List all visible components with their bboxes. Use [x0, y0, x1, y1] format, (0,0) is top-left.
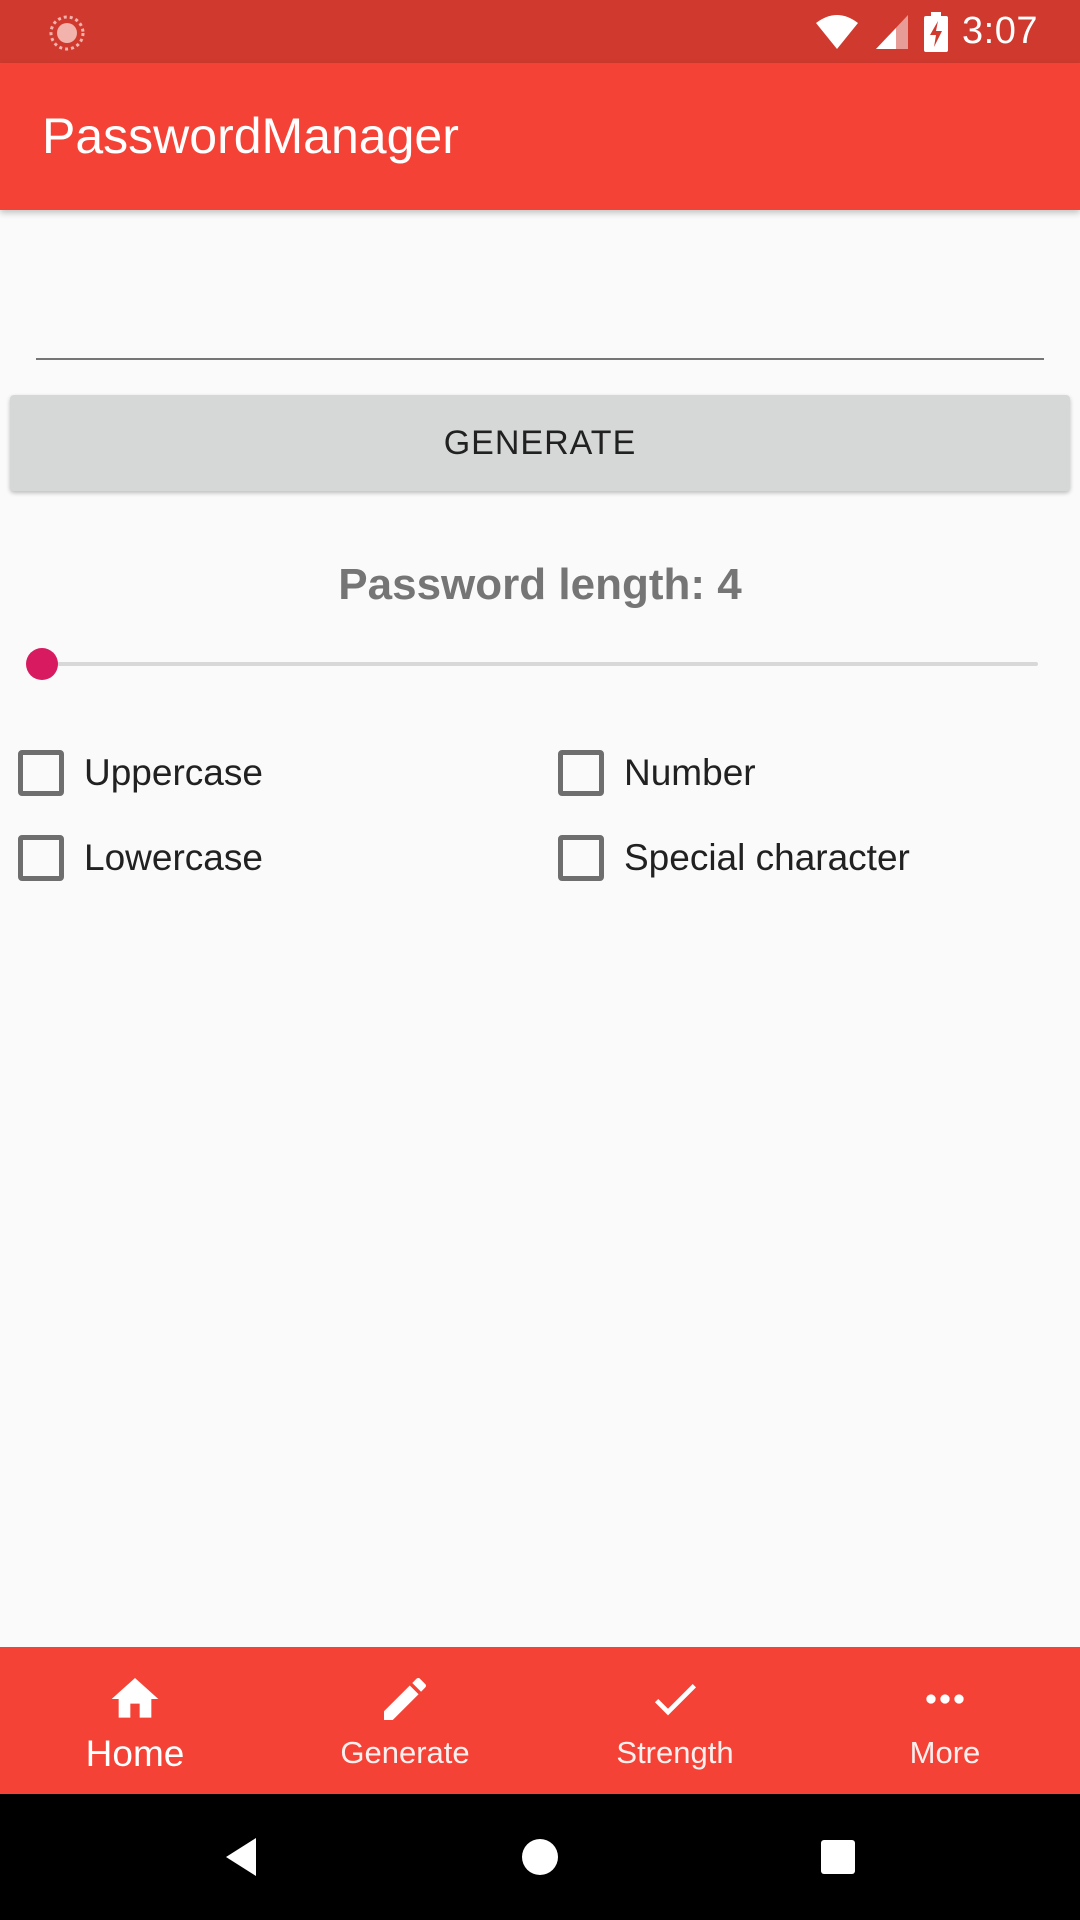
check-icon: [654, 1684, 696, 1716]
loading-indicator-icon: [49, 15, 85, 51]
nav-label-generate: Generate: [340, 1735, 470, 1770]
nav-item-more[interactable]: More: [810, 1647, 1080, 1794]
status-bar: 3:07: [0, 0, 1080, 63]
password-length-label: Password length: 4: [338, 560, 742, 609]
nav-item-strength[interactable]: Strength: [540, 1647, 810, 1794]
recents-icon[interactable]: [815, 1834, 861, 1880]
app-title: PasswordManager: [42, 108, 459, 164]
nav-label-home: Home: [85, 1733, 185, 1774]
app-bar: PasswordManager: [0, 63, 1080, 210]
generate-button[interactable]: GENERATE: [10, 395, 1070, 491]
home-icon: [111, 1678, 159, 1718]
nav-label-more: More: [909, 1735, 981, 1770]
number-checkbox[interactable]: [558, 750, 604, 796]
cellular-signal-icon: [876, 14, 909, 49]
uppercase-checkbox[interactable]: [18, 750, 64, 796]
uppercase-option[interactable]: Uppercase: [18, 750, 263, 796]
password-field[interactable]: [36, 290, 1044, 360]
nav-label-strength: Strength: [616, 1735, 734, 1770]
special-character-option[interactable]: Special character: [558, 835, 910, 881]
back-icon[interactable]: [218, 1834, 264, 1880]
bottom-navigation: Home Generate Strength More: [0, 1647, 1080, 1794]
special-character-label: Special character: [624, 837, 910, 878]
slider-thumb[interactable]: [26, 648, 58, 680]
battery-charging-icon: [924, 11, 949, 52]
password-length-slider[interactable]: [26, 640, 1038, 688]
uppercase-label: Uppercase: [84, 752, 263, 793]
more-horizontal-icon: [926, 1694, 964, 1704]
lowercase-option[interactable]: Lowercase: [18, 835, 263, 881]
nav-item-home[interactable]: Home: [0, 1647, 270, 1794]
number-option[interactable]: Number: [558, 750, 756, 796]
system-navigation-bar: [0, 1794, 1080, 1920]
lowercase-checkbox[interactable]: [18, 835, 64, 881]
special-character-checkbox[interactable]: [558, 835, 604, 881]
home-circle-icon[interactable]: [517, 1834, 563, 1880]
nav-item-generate[interactable]: Generate: [270, 1647, 540, 1794]
number-label: Number: [624, 752, 756, 793]
slider-track: [42, 662, 1038, 666]
status-time: 3:07: [962, 10, 1038, 52]
pencil-icon: [384, 1677, 427, 1720]
lowercase-label: Lowercase: [84, 837, 263, 878]
wifi-icon: [816, 14, 859, 49]
